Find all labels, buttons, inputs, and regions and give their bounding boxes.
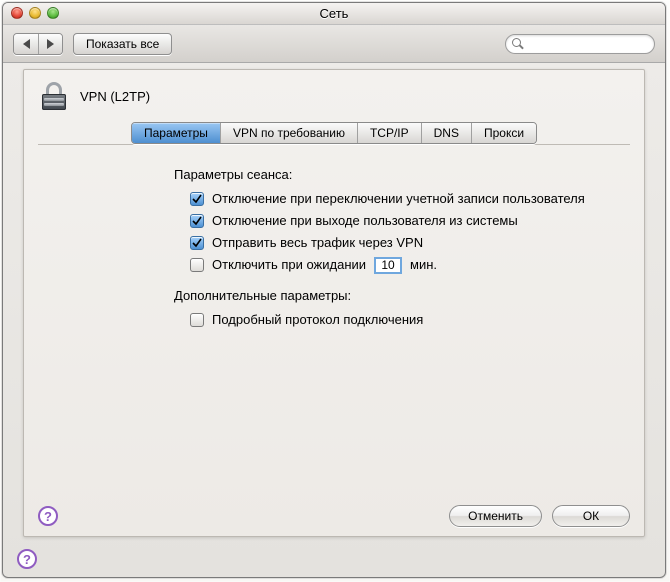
tabs: Параметры VPN по требованию TCP/IP DNS П… xyxy=(131,122,537,144)
idle-minutes-input[interactable] xyxy=(374,257,402,274)
label-disconnect-idle-prefix: Отключить при ожидании xyxy=(212,256,366,274)
label-disconnect-on-switch: Отключение при переключении учетной запи… xyxy=(212,190,585,208)
show-all-label: Показать все xyxy=(86,37,159,51)
tab-tcpip[interactable]: TCP/IP xyxy=(357,123,421,143)
checkbox-disconnect-on-logout[interactable] xyxy=(190,214,204,228)
help-button[interactable]: ? xyxy=(38,506,58,526)
chevron-left-icon xyxy=(23,39,30,49)
help-button-main[interactable]: ? xyxy=(17,549,37,569)
session-section-title: Параметры сеанса: xyxy=(174,167,616,182)
check-icon xyxy=(192,216,202,226)
back-button[interactable] xyxy=(14,34,38,54)
vpn-title: VPN (L2TP) xyxy=(80,89,150,104)
label-disconnect-on-logout: Отключение при выходе пользователя из си… xyxy=(212,212,518,230)
tab-dns[interactable]: DNS xyxy=(421,123,471,143)
chevron-right-icon xyxy=(47,39,54,49)
window-title: Сеть xyxy=(320,6,349,21)
checkbox-disconnect-idle[interactable] xyxy=(190,258,204,272)
titlebar: Сеть xyxy=(3,3,665,25)
label-send-all-traffic: Отправить весь трафик через VPN xyxy=(212,234,423,252)
nav-segment xyxy=(13,33,63,55)
cancel-button[interactable]: Отменить xyxy=(449,505,542,527)
ok-button[interactable]: ОК xyxy=(552,505,630,527)
close-icon[interactable] xyxy=(11,7,23,19)
show-all-button[interactable]: Показать все xyxy=(73,33,172,55)
tab-options[interactable]: Параметры xyxy=(132,123,220,143)
check-icon xyxy=(192,194,202,204)
search-input[interactable] xyxy=(516,36,666,52)
preferences-window: Сеть Показать все VPN (L2TP) Параметры V xyxy=(2,2,666,578)
checkbox-disconnect-on-switch[interactable] xyxy=(190,192,204,206)
label-verbose-logging: Подробный протокол подключения xyxy=(212,311,423,329)
checkbox-send-all-traffic[interactable] xyxy=(190,236,204,250)
settings-sheet: VPN (L2TP) Параметры VPN по требованию T… xyxy=(23,69,645,537)
zoom-icon[interactable] xyxy=(47,7,59,19)
minimize-icon[interactable] xyxy=(29,7,41,19)
window-footer: ? xyxy=(3,541,665,577)
sheet-bottombar: ? Отменить ОК xyxy=(24,496,644,536)
check-icon xyxy=(192,238,202,248)
search-field[interactable] xyxy=(505,34,655,54)
tab-proxies[interactable]: Прокси xyxy=(471,123,536,143)
tab-on-demand[interactable]: VPN по требованию xyxy=(220,123,357,143)
advanced-section-title: Дополнительные параметры: xyxy=(174,288,616,303)
checkbox-verbose-logging[interactable] xyxy=(190,313,204,327)
label-disconnect-idle-suffix: мин. xyxy=(410,256,437,274)
lock-icon xyxy=(38,80,70,112)
toolbar: Показать все xyxy=(3,25,665,63)
options-pane: Параметры сеанса: Отключение при переклю… xyxy=(24,145,644,347)
forward-button[interactable] xyxy=(38,34,62,54)
